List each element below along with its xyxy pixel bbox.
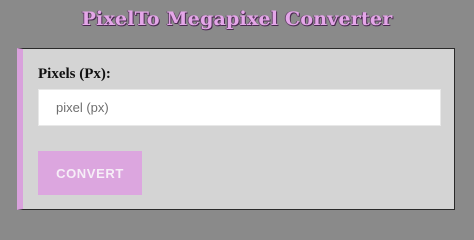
converter-card: Pixels (Px): CONVERT: [17, 48, 455, 210]
pixels-input[interactable]: [38, 89, 441, 126]
pixels-label: Pixels (Px):: [38, 66, 111, 82]
page-title: PixelTo Megapixel Converter: [81, 8, 393, 30]
convert-button[interactable]: CONVERT: [38, 151, 142, 195]
